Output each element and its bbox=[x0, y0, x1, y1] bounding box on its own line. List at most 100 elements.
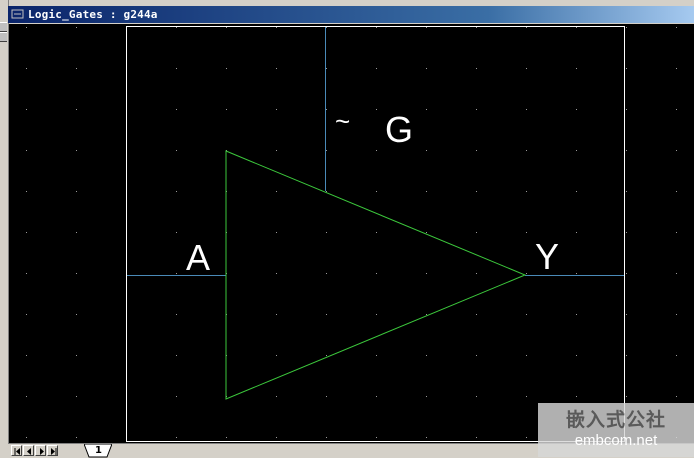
buffer-triangle[interactable] bbox=[225, 150, 527, 400]
grid-dot bbox=[276, 396, 277, 397]
grid-dot bbox=[326, 109, 327, 110]
grid-dot bbox=[26, 191, 27, 192]
grid-dot bbox=[676, 150, 677, 151]
grid-dot bbox=[26, 314, 27, 315]
schematic-window: Logic_Gates : g244a ~ G A Y 1 嵌入式公社 embc… bbox=[0, 0, 694, 458]
grid-dot bbox=[376, 27, 377, 28]
grid-dot bbox=[176, 437, 177, 438]
grid-dot bbox=[26, 396, 27, 397]
grid-dot bbox=[176, 191, 177, 192]
grid-dot bbox=[576, 314, 577, 315]
watermark-title: 嵌入式公社 bbox=[565, 409, 666, 431]
grid-dot bbox=[426, 191, 427, 192]
grid-dot bbox=[576, 191, 577, 192]
grid-dot bbox=[626, 150, 627, 151]
previous-sheet-button[interactable] bbox=[23, 445, 34, 456]
grid-dot bbox=[676, 396, 677, 397]
window-menu-icon[interactable] bbox=[11, 8, 24, 20]
watermark-badge: 嵌入式公社 embcom.net bbox=[538, 403, 694, 457]
grid-dot bbox=[176, 150, 177, 151]
grid-dot bbox=[276, 273, 277, 274]
schematic-drawing[interactable]: ~ G A Y bbox=[9, 24, 694, 443]
grid-dot bbox=[626, 68, 627, 69]
grid-dot bbox=[626, 396, 627, 397]
grid-dot bbox=[426, 355, 427, 356]
grid-dot bbox=[576, 355, 577, 356]
grid-dot bbox=[26, 109, 27, 110]
last-sheet-button[interactable] bbox=[47, 445, 58, 456]
grid-dot bbox=[176, 232, 177, 233]
grid-dot bbox=[626, 109, 627, 110]
grid-dot bbox=[476, 191, 477, 192]
grid-dot bbox=[376, 273, 377, 274]
grid-dot bbox=[626, 27, 627, 28]
grid-dot bbox=[326, 273, 327, 274]
grid-dot bbox=[176, 68, 177, 69]
grid-dot bbox=[76, 437, 77, 438]
grid-dot bbox=[526, 355, 527, 356]
grid-dots bbox=[26, 27, 677, 438]
grid-dot bbox=[76, 191, 77, 192]
grid-dot bbox=[226, 27, 227, 28]
grid-dot bbox=[526, 150, 527, 151]
grid-dot bbox=[326, 68, 327, 69]
grid-dot bbox=[476, 355, 477, 356]
grid-dot bbox=[526, 27, 527, 28]
grid-dot bbox=[576, 232, 577, 233]
grid-dot bbox=[526, 396, 527, 397]
sheet-tab-1[interactable]: 1 bbox=[84, 444, 112, 458]
grid-dot bbox=[676, 232, 677, 233]
grid-dot bbox=[476, 68, 477, 69]
grid-dot bbox=[276, 437, 277, 438]
grid-dot bbox=[276, 68, 277, 69]
grid-dot bbox=[326, 232, 327, 233]
schematic-canvas[interactable]: ~ G A Y bbox=[9, 24, 694, 443]
grid-dot bbox=[676, 314, 677, 315]
grid-dot bbox=[376, 191, 377, 192]
grid-dot bbox=[676, 191, 677, 192]
grid-dot bbox=[176, 396, 177, 397]
grid-dot bbox=[76, 150, 77, 151]
grid-dot bbox=[676, 273, 677, 274]
grid-dot bbox=[476, 273, 477, 274]
grid-dot bbox=[276, 314, 277, 315]
left-edge-button[interactable] bbox=[0, 22, 7, 32]
grid-dot bbox=[426, 27, 427, 28]
grid-dot bbox=[176, 355, 177, 356]
grid-dot bbox=[76, 273, 77, 274]
grid-dot bbox=[226, 68, 227, 69]
title-bar[interactable]: Logic_Gates : g244a bbox=[8, 6, 694, 23]
grid-dot bbox=[26, 27, 27, 28]
grid-dot bbox=[526, 437, 527, 438]
last-arrow-icon bbox=[51, 448, 57, 455]
grid-dot bbox=[376, 437, 377, 438]
grid-dot bbox=[576, 109, 577, 110]
grid-dot bbox=[26, 437, 27, 438]
grid-dot bbox=[376, 355, 377, 356]
grid-dot bbox=[426, 109, 427, 110]
grid-dot bbox=[26, 232, 27, 233]
grid-dot bbox=[676, 27, 677, 28]
grid-dot bbox=[476, 27, 477, 28]
grid-dot bbox=[326, 150, 327, 151]
grid-dot bbox=[426, 232, 427, 233]
grid-dot bbox=[526, 68, 527, 69]
grid-dot bbox=[626, 355, 627, 356]
grid-dot bbox=[326, 27, 327, 28]
grid-dot bbox=[276, 150, 277, 151]
grid-dot bbox=[76, 396, 77, 397]
grid-dot bbox=[526, 232, 527, 233]
enable-pin-label: G bbox=[385, 109, 413, 150]
grid-dot bbox=[276, 355, 277, 356]
grid-dot bbox=[426, 68, 427, 69]
grid-dot bbox=[326, 191, 327, 192]
grid-dot bbox=[576, 27, 577, 28]
first-sheet-button[interactable] bbox=[11, 445, 22, 456]
input-pin-label: A bbox=[186, 237, 210, 278]
grid-dot bbox=[376, 232, 377, 233]
left-edge-button[interactable] bbox=[0, 32, 7, 42]
grid-dot bbox=[326, 355, 327, 356]
grid-dot bbox=[476, 232, 477, 233]
grid-dot bbox=[76, 109, 77, 110]
next-sheet-button[interactable] bbox=[35, 445, 46, 456]
